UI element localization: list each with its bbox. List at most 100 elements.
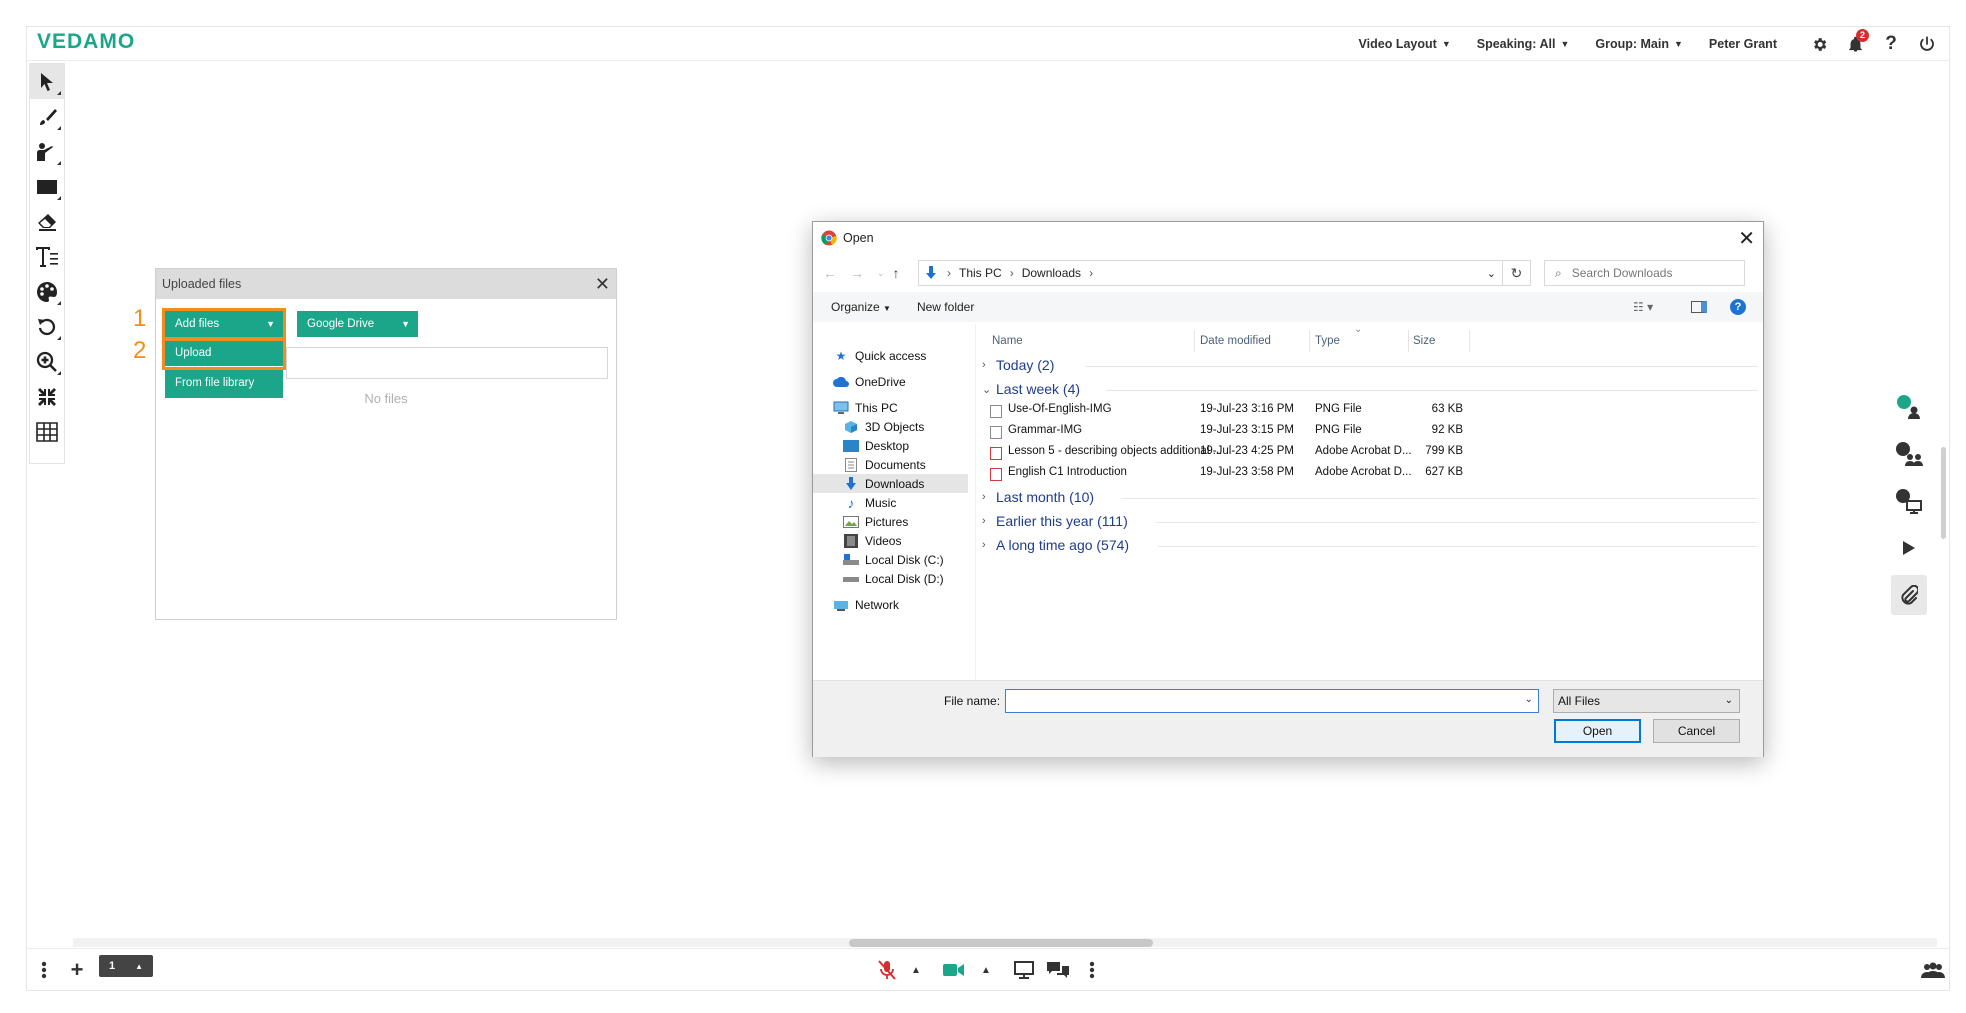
power-icon[interactable] bbox=[1915, 32, 1939, 56]
nav-this-pc[interactable]: This PC bbox=[833, 398, 898, 417]
search-placeholder: Search Downloads bbox=[1571, 266, 1673, 280]
color-tool[interactable] bbox=[30, 274, 64, 309]
view-options-icon[interactable]: ☷ ▾ bbox=[1633, 300, 1653, 314]
group-last-month[interactable]: › Last month (10) bbox=[982, 487, 1094, 507]
group-today[interactable]: › Today (2) bbox=[982, 355, 1054, 375]
scrollbar-thumb[interactable] bbox=[849, 939, 1153, 947]
help-icon[interactable]: ? bbox=[1879, 32, 1903, 56]
pointer-tool[interactable] bbox=[30, 134, 64, 169]
compress-icon bbox=[38, 387, 56, 406]
shape-tool[interactable] bbox=[30, 169, 64, 204]
screen-share-icon[interactable] bbox=[1012, 957, 1036, 983]
participant-chat-icon[interactable] bbox=[1891, 387, 1927, 427]
search-input[interactable]: ⌕ Search Downloads bbox=[1544, 260, 1745, 286]
organize-button[interactable]: Organize ▼ bbox=[831, 300, 891, 314]
up-arrow-icon[interactable]: ↑ bbox=[893, 265, 900, 281]
address-bar[interactable]: › This PC › Downloads › ⌄ bbox=[918, 260, 1503, 286]
file-name-input[interactable]: ⌄ bbox=[1005, 689, 1539, 713]
chevron-down-icon[interactable]: ⌄ bbox=[1487, 267, 1496, 280]
participants-icon[interactable] bbox=[1920, 957, 1946, 983]
nav-local-disk-d[interactable]: Local Disk (D:) bbox=[843, 569, 944, 588]
vertical-scrollbar[interactable] bbox=[1941, 447, 1946, 539]
camera-icon[interactable] bbox=[942, 957, 966, 983]
file-row[interactable]: Use-Of-English-IMG 19-Jul-23 3:16 PM PNG… bbox=[990, 400, 1760, 420]
column-date-modified[interactable]: Date modified bbox=[1200, 330, 1271, 352]
nav-downloads[interactable]: Downloads bbox=[813, 474, 968, 493]
panel-header: Uploaded files ✕ bbox=[156, 269, 616, 299]
nav-videos[interactable]: Videos bbox=[843, 531, 901, 550]
file-row[interactable]: English C1 Introduction 19-Jul-23 3:58 P… bbox=[990, 463, 1760, 483]
cancel-button[interactable]: Cancel bbox=[1653, 719, 1740, 743]
nav-desktop[interactable]: Desktop bbox=[843, 436, 909, 455]
nav-documents[interactable]: Documents bbox=[843, 455, 926, 474]
eraser-tool[interactable] bbox=[30, 204, 64, 239]
group-chat-icon[interactable] bbox=[1891, 434, 1927, 474]
gear-icon[interactable] bbox=[1807, 32, 1831, 56]
column-name[interactable]: Name bbox=[992, 330, 1023, 352]
paperclip-icon[interactable] bbox=[1891, 575, 1927, 615]
file-type: Adobe Acrobat D... bbox=[1315, 445, 1412, 457]
file-type-select[interactable]: All Files ⌄ bbox=[1553, 689, 1740, 713]
google-drive-button[interactable]: Google Drive ▼ bbox=[297, 311, 418, 337]
refresh-icon[interactable]: ↻ bbox=[1503, 260, 1531, 286]
horizontal-scrollbar[interactable] bbox=[73, 938, 1937, 947]
chevron-down-icon[interactable]: ⌄ bbox=[877, 268, 885, 279]
nav-label: Local Disk (D:) bbox=[865, 571, 944, 586]
nav-music[interactable]: ♪ Music bbox=[843, 493, 897, 512]
nav-3d-objects[interactable]: 3D Objects bbox=[843, 417, 924, 436]
column-size[interactable]: Size bbox=[1413, 330, 1435, 352]
speaking-menu[interactable]: Speaking: All ▼ bbox=[1477, 37, 1570, 51]
add-page-icon[interactable]: + bbox=[67, 957, 87, 983]
group-earlier-this-year[interactable]: › Earlier this year (111) bbox=[982, 511, 1128, 531]
undo-tool[interactable] bbox=[30, 309, 64, 344]
grid-tool[interactable] bbox=[30, 414, 64, 449]
nav-network[interactable]: Network bbox=[833, 595, 899, 614]
nav-label: Network bbox=[855, 597, 900, 612]
video-layout-menu[interactable]: Video Layout ▼ bbox=[1359, 37, 1451, 51]
zoom-tool[interactable] bbox=[30, 344, 64, 379]
file-type: PNG File bbox=[1315, 424, 1362, 436]
user-name[interactable]: Peter Grant bbox=[1709, 37, 1777, 51]
open-button[interactable]: Open bbox=[1554, 719, 1641, 743]
nav-onedrive[interactable]: OneDrive bbox=[833, 372, 906, 391]
group-long-time-ago[interactable]: › A long time ago (574) bbox=[982, 535, 1129, 555]
page-selector[interactable]: 1 ▲ bbox=[99, 955, 153, 977]
column-type[interactable]: Type bbox=[1315, 330, 1340, 352]
caret-up-icon[interactable]: ▲ bbox=[979, 957, 993, 983]
more-options-icon[interactable] bbox=[1085, 957, 1099, 983]
chevron-down-icon[interactable]: ⌄ bbox=[1525, 694, 1533, 705]
close-icon[interactable]: ✕ bbox=[1738, 226, 1755, 251]
file-drop-area[interactable] bbox=[286, 347, 608, 379]
breadcrumb-downloads[interactable]: Downloads bbox=[1022, 266, 1081, 280]
help-icon[interactable]: ? bbox=[1730, 299, 1746, 315]
chat-icon[interactable] bbox=[1045, 957, 1071, 983]
bell-icon[interactable]: 2 bbox=[1843, 29, 1869, 56]
microphone-muted-icon[interactable] bbox=[875, 957, 899, 983]
file-row[interactable]: Grammar-IMG 19-Jul-23 3:15 PM PNG File 9… bbox=[990, 421, 1760, 441]
back-arrow-icon[interactable]: ← bbox=[823, 265, 837, 281]
more-options-icon[interactable] bbox=[35, 957, 53, 983]
close-icon[interactable]: ✕ bbox=[595, 274, 610, 295]
text-tool[interactable] bbox=[30, 239, 64, 274]
play-icon[interactable] bbox=[1891, 528, 1927, 568]
nav-quick-access[interactable]: ★ Quick access bbox=[833, 346, 927, 365]
breadcrumb-this-pc[interactable]: This PC bbox=[959, 266, 1002, 280]
right-side-panel bbox=[1891, 387, 1931, 622]
file-type: PNG File bbox=[1315, 403, 1362, 415]
group-last-week[interactable]: ⌄ Last week (4) bbox=[982, 379, 1080, 399]
forward-arrow-icon[interactable]: → bbox=[850, 265, 864, 281]
group-menu[interactable]: Group: Main ▼ bbox=[1595, 37, 1683, 51]
new-folder-button[interactable]: New folder bbox=[917, 300, 974, 314]
select-tool[interactable] bbox=[30, 64, 64, 99]
nav-pictures[interactable]: Pictures bbox=[843, 512, 908, 531]
caret-up-icon[interactable]: ▲ bbox=[909, 957, 923, 983]
screen-share-chat-icon[interactable] bbox=[1891, 481, 1927, 521]
chevron-right-icon: › bbox=[982, 491, 986, 503]
file-row[interactable]: Lesson 5 - describing objects additional… bbox=[990, 442, 1760, 462]
rectangle-icon bbox=[37, 179, 57, 194]
brush-tool[interactable] bbox=[30, 99, 64, 134]
nav-local-disk-c[interactable]: Local Disk (C:) bbox=[843, 550, 944, 569]
step-marker-1: 1 bbox=[133, 305, 147, 332]
fit-tool[interactable] bbox=[30, 379, 64, 414]
preview-pane-icon[interactable] bbox=[1691, 301, 1707, 313]
